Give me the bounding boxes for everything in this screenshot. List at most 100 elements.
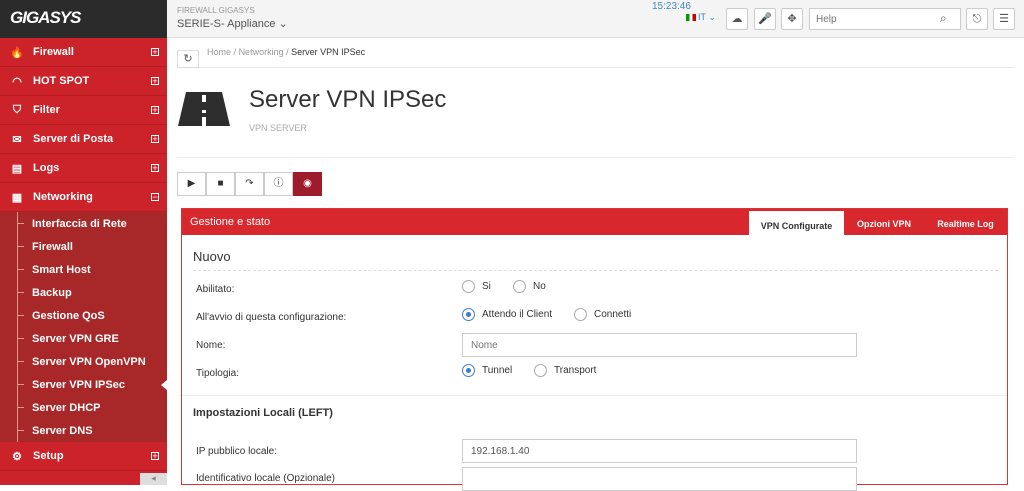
sidebar-item-hotspot[interactable]: ◠ HOT SPOT + (0, 67, 167, 96)
submenu-item-server-vpn-openvpn[interactable]: Server VPN OpenVPN (0, 350, 167, 373)
tab-vpn-configurate[interactable]: VPN Configurate (749, 209, 844, 235)
abilitato-si-label: Si (482, 281, 491, 292)
submenu-item-server-vpn-gre[interactable]: Server VPN GRE (0, 327, 167, 350)
microphone-icon: 🎤 (758, 13, 772, 25)
refresh-button[interactable]: ↻ (177, 50, 199, 68)
logo: GIGASYS (0, 0, 167, 38)
logout-button[interactable]: ⎋ (966, 8, 988, 30)
abilitato-no-label: No (533, 281, 546, 292)
page-subtitle: VPN SERVER (249, 123, 307, 133)
identificativo-input[interactable] (462, 467, 857, 491)
abilitato-label: Abilitato: (196, 284, 235, 295)
panel-title: Gestione e stato (190, 216, 271, 228)
fullscreen-button[interactable]: ✥ (781, 8, 803, 30)
language-selector[interactable]: IT ⌄ (686, 12, 716, 23)
gear-icon: ⚙ (12, 450, 22, 463)
search-icon[interactable]: ⌕ (940, 11, 947, 26)
top-bar: GIGASYS FIREWALL GIGASYS SERIE-S- Applia… (0, 0, 1024, 38)
tipologia-tunnel-label: Tunnel (482, 365, 513, 376)
sidebar-item-networking[interactable]: ▦ Networking − (0, 183, 167, 212)
active-indicator (161, 380, 167, 390)
info-button[interactable]: ⓘ (264, 172, 293, 196)
submenu-item-firewall[interactable]: Firewall (0, 235, 167, 258)
submenu-item-backup[interactable]: Backup (0, 281, 167, 304)
avvio-attendo-label: Attendo il Client (482, 309, 553, 320)
accessibility-button[interactable]: ☰ (993, 8, 1015, 30)
avvio-connetti-radio[interactable] (574, 308, 587, 321)
sidebar-item-filter[interactable]: ⛉ Filter + (0, 96, 167, 125)
networking-submenu: Interfaccia di Rete Firewall Smart Host … (0, 212, 167, 442)
ip-input[interactable] (462, 439, 857, 463)
stop-button[interactable]: ■ (206, 172, 235, 196)
fire-icon: 🔥 (10, 46, 24, 59)
divider (182, 395, 1007, 396)
avvio-attendo-radio[interactable] (462, 308, 475, 321)
refresh-icon: ↻ (183, 53, 193, 65)
section-title-nuovo: Nuovo (193, 249, 231, 264)
submenu-item-server-dns[interactable]: Server DNS (0, 419, 167, 442)
chevron-left-icon: ◂ (151, 473, 156, 483)
submenu-item-server-dhcp[interactable]: Server DHCP (0, 396, 167, 419)
sidebar-item-server-di-posta[interactable]: ✉ Server di Posta + (0, 125, 167, 154)
submenu-item-server-vpn-ipsec[interactable]: Server VPN IPSec (0, 373, 167, 396)
tipologia-transport-radio[interactable] (534, 364, 547, 377)
sidebar-item-setup[interactable]: ⚙ Setup + (0, 442, 167, 471)
cloud-button[interactable]: ☁ (726, 8, 748, 30)
info-icon: ⓘ (273, 178, 284, 189)
breadcrumb-bar: ↻ Home / Networking / Server VPN IPSec (177, 38, 1014, 68)
abilitato-si-radio[interactable] (462, 280, 475, 293)
tab-realtime-log[interactable]: Realtime Log (924, 209, 1007, 235)
divider (193, 270, 998, 271)
tipologia-transport-label: Transport (554, 365, 597, 376)
wifi-icon: ◠ (12, 75, 22, 88)
identificativo-label: Identificativo locale (Opzionale) (196, 473, 335, 484)
collapse-icon: − (151, 192, 159, 202)
expand-icon: ✥ (787, 13, 797, 25)
microphone-button[interactable]: 🎤 (754, 8, 776, 30)
submenu-item-gestione-qos[interactable]: Gestione QoS (0, 304, 167, 327)
chevron-down-icon: ⌄ (278, 18, 288, 30)
chevron-down-icon: ⌄ (708, 12, 716, 22)
play-button[interactable]: ▶ (177, 172, 206, 196)
expand-icon: + (151, 47, 159, 57)
tipologia-label: Tipologia: (196, 368, 239, 379)
avvio-connetti-label: Connetti (594, 309, 632, 320)
mail-icon: ✉ (12, 133, 22, 146)
breadcrumb-networking[interactable]: Networking (239, 47, 284, 57)
logout-icon: ⎋ (972, 13, 982, 25)
sidebar-item-firewall[interactable]: 🔥 Firewall + (0, 38, 167, 67)
product-caption: FIREWALL GIGASYS (177, 6, 255, 15)
nome-input[interactable] (462, 333, 857, 357)
panel-header: Gestione e stato VPN Configurate Opzioni… (182, 209, 1007, 235)
product-selector[interactable]: SERIE-S- Appliance ⌄ (177, 17, 288, 30)
sidebar-collapse-button[interactable]: ◂ (140, 473, 167, 485)
abilitato-no-radio[interactable] (513, 280, 526, 293)
avvio-label: All'avvio di questa configurazione: (196, 312, 347, 323)
record-icon: ◉ (303, 178, 312, 189)
sidebar-item-logs[interactable]: ▤ Logs + (0, 154, 167, 183)
restart-button[interactable]: ↷ (235, 172, 264, 196)
redo-icon: ↷ (245, 178, 254, 189)
shield-icon: ⛉ (12, 103, 22, 116)
record-button[interactable]: ◉ (293, 172, 322, 196)
divider (177, 157, 1014, 158)
breadcrumb-home[interactable]: Home (207, 47, 231, 57)
clock: 15:23:46 (652, 1, 691, 12)
breadcrumb: Home / Networking / Server VPN IPSec (207, 47, 366, 57)
section-title-local: Impostazioni Locali (LEFT) (193, 407, 333, 419)
tab-opzioni-vpn[interactable]: Opzioni VPN (844, 209, 924, 235)
tipologia-tunnel-radio[interactable] (462, 364, 475, 377)
submenu-item-interfaccia-di-rete[interactable]: Interfaccia di Rete (0, 212, 167, 235)
italy-flag-icon (686, 14, 696, 22)
submenu-item-smart-host[interactable]: Smart Host (0, 258, 167, 281)
search-input[interactable] (809, 8, 961, 30)
nome-label: Nome: (196, 340, 226, 351)
ip-label: IP pubblico locale: (196, 446, 277, 457)
page-title: Server VPN IPSec (249, 86, 447, 113)
accessibility-icon: ☰ (999, 13, 1009, 25)
management-panel: Gestione e stato VPN Configurate Opzioni… (181, 208, 1008, 491)
stop-icon: ■ (217, 178, 224, 189)
play-icon: ▶ (187, 178, 196, 189)
expand-icon: + (151, 105, 159, 115)
network-icon: ▦ (11, 191, 23, 204)
